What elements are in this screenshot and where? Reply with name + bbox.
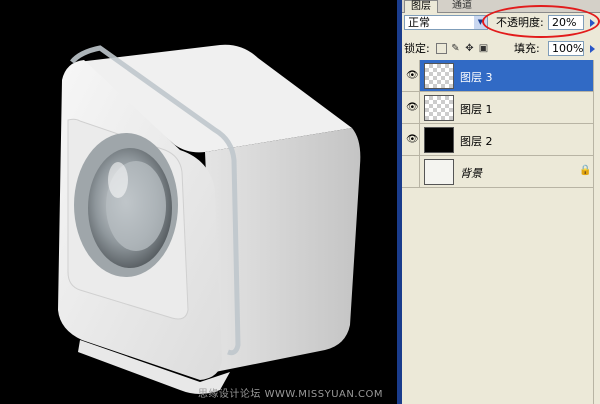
layer-row[interactable]: 背景 🔒 xyxy=(402,156,593,188)
blend-mode-value: 正常 xyxy=(408,16,430,29)
document-canvas[interactable]: 思缘设计论坛 WWW.MISSYUAN.COM xyxy=(0,0,397,404)
layer-list-scrollbar[interactable] xyxy=(593,60,600,404)
visibility-eye-icon[interactable]: 👁 xyxy=(402,92,420,123)
lock-fill-row: 锁定: ✎ ✥ ▣ 填充: 100% xyxy=(402,40,600,58)
layer-name: 图层 1 xyxy=(460,103,493,116)
layer-row[interactable]: 👁 图层 2 xyxy=(402,124,593,156)
layer-name: 背景 xyxy=(460,167,482,180)
lock-move-icon[interactable]: ✥ xyxy=(464,43,475,54)
lock-all-icon[interactable]: ▣ xyxy=(478,43,489,54)
visibility-eye-icon[interactable]: 👁 xyxy=(402,60,420,91)
lock-icon: 🔒 xyxy=(579,165,592,176)
layer-thumbnail xyxy=(424,63,454,89)
fill-label: 填充: xyxy=(514,42,540,55)
tab-channels[interactable]: 通道 xyxy=(446,0,478,12)
layer-thumbnail xyxy=(424,127,454,153)
speaker-cube-image xyxy=(58,44,361,394)
highlight-circle xyxy=(482,5,600,38)
lock-paint-brush-icon[interactable]: ✎ xyxy=(450,43,461,54)
lock-label: 锁定: xyxy=(404,42,430,55)
layer-thumbnail xyxy=(424,95,454,121)
layer-row[interactable]: 👁 图层 3 xyxy=(402,60,593,92)
visibility-eye-icon[interactable]: 👁 xyxy=(402,124,420,155)
layer-list: 👁 图层 3 👁 图层 1 👁 图层 2 背景 🔒 xyxy=(402,60,593,404)
layers-panel: 图层 通道 正常 ▼ 不透明度: 20% 锁定: ✎ ✥ ▣ 填充: 100% … xyxy=(402,0,600,404)
fill-slider-arrow-icon[interactable] xyxy=(590,45,595,53)
lock-transparent-icon[interactable] xyxy=(436,43,447,54)
layer-name: 图层 2 xyxy=(460,135,493,148)
tab-layers[interactable]: 图层 xyxy=(404,0,438,13)
fill-input[interactable]: 100% xyxy=(548,41,584,56)
layer-name: 图层 3 xyxy=(460,71,493,84)
watermark-text: 思缘设计论坛 WWW.MISSYUAN.COM xyxy=(197,389,383,400)
layer-thumbnail xyxy=(424,159,454,185)
layer-row[interactable]: 👁 图层 1 xyxy=(402,92,593,124)
visibility-toggle-empty[interactable] xyxy=(402,156,420,187)
blend-mode-select[interactable]: 正常 ▼ xyxy=(404,15,488,30)
